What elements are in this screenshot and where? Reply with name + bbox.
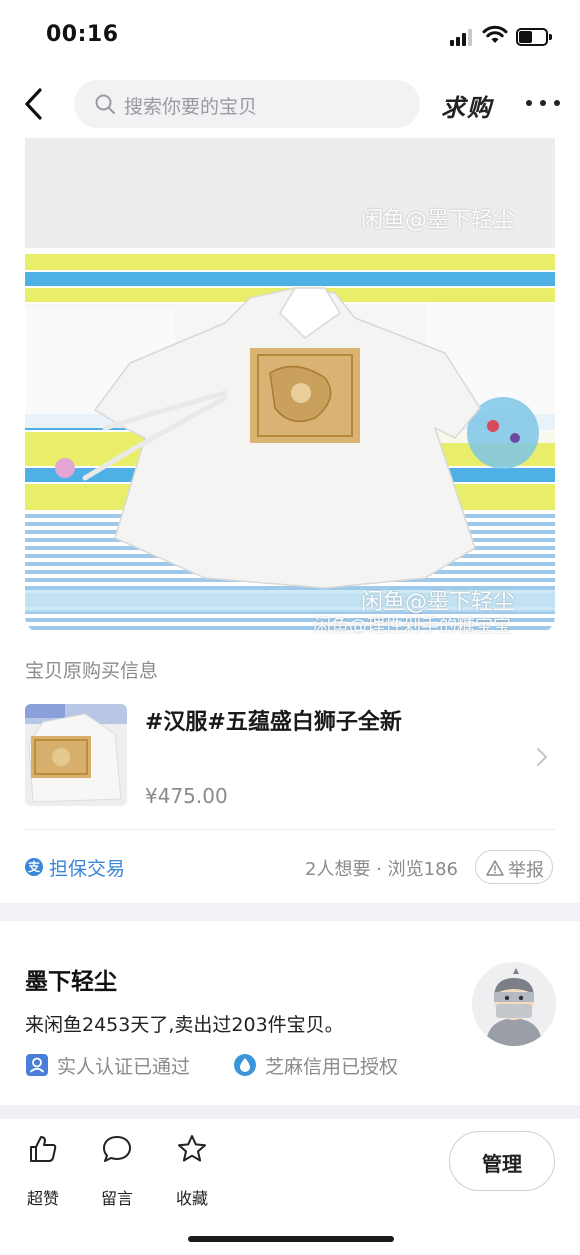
seller-name[interactable]: 墨下轻尘 — [25, 962, 117, 996]
favorite-label: 收藏 — [175, 1189, 208, 1208]
battery-icon — [516, 28, 552, 46]
favorite-button[interactable]: 收藏 — [162, 1133, 222, 1208]
manage-label: 管理 — [482, 1152, 522, 1176]
like-label: 超赞 — [26, 1189, 59, 1208]
person-badge-icon — [26, 1054, 48, 1076]
watermark-bottom-sub: 闲鱼@理性剁手的糖宝宝 — [313, 616, 511, 634]
original-item-price: ¥475.00 — [145, 784, 228, 808]
like-button[interactable]: 超赞 — [13, 1133, 73, 1208]
warning-triangle-icon — [486, 860, 504, 876]
thumbs-up-icon — [30, 1136, 57, 1162]
original-purchase-item[interactable]: #汉服#五蕴盛白狮子全新 ¥475.00 — [25, 704, 555, 810]
comment-label: 留言 — [100, 1189, 133, 1208]
seller-avatar[interactable] — [472, 962, 556, 1046]
more-button[interactable] — [526, 94, 560, 112]
watermark-top: 闲鱼@墨下轻尘 — [361, 208, 516, 233]
product-image[interactable]: 闲鱼@墨下轻尘 闲鱼@墨下轻尘 闲鱼@理性剁手的糖宝宝 — [25, 138, 555, 634]
search-input[interactable]: 搜索你要的宝贝 — [74, 80, 420, 128]
search-icon — [95, 94, 115, 114]
original-item-thumbnail — [25, 704, 127, 806]
chevron-right-icon — [537, 748, 547, 766]
more-dots-icon — [526, 100, 532, 106]
nav-bar: 搜索你要的宝贝 求购 — [0, 72, 580, 136]
section-gap — [0, 1105, 580, 1119]
status-bar: 00:16 — [0, 0, 580, 70]
status-time: 00:16 — [46, 22, 119, 47]
divider — [25, 829, 555, 830]
back-button[interactable] — [18, 84, 54, 124]
report-button[interactable]: 举报 — [475, 850, 553, 884]
comment-button[interactable]: 留言 — [87, 1133, 147, 1208]
alipay-icon: 支 — [25, 858, 43, 876]
chat-bubble-icon — [103, 1136, 131, 1162]
item-stats: 2人想要 · 浏览186 — [305, 859, 458, 880]
product-detail-page: 00:16 搜索你要的宝贝 求购 闲鱼@墨下轻尘 闲鱼@墨下轻尘 闲鱼@理性剁手… — [0, 0, 580, 1255]
realname-cert-label: 实人认证已通过 — [57, 1056, 191, 1078]
avatar-image — [472, 962, 556, 1046]
section-gap — [0, 903, 580, 921]
zhima-cert-label: 芝麻信用已授权 — [265, 1056, 399, 1078]
star-icon — [178, 1135, 206, 1162]
trade-info-row: 支 担保交易 2人想要 · 浏览186 举报 — [25, 850, 555, 886]
original-item-title: #汉服#五蕴盛白狮子全新 — [145, 710, 402, 735]
home-indicator[interactable] — [188, 1236, 394, 1242]
seller-certifications: 实人认证已通过 芝麻信用已授权 — [25, 1050, 545, 1082]
guarantee-trade-link[interactable]: 担保交易 — [49, 854, 125, 881]
manage-button[interactable]: 管理 — [449, 1131, 555, 1191]
wifi-icon — [482, 25, 508, 43]
purchase-info-label: 宝贝原购买信息 — [25, 660, 159, 682]
bottom-action-bar: 超赞 留言 收藏 管理 — [0, 1119, 580, 1255]
water-drop-icon — [234, 1054, 256, 1076]
seller-description: 来闲鱼2453天了,卖出过203件宝贝。 — [25, 1014, 344, 1036]
search-placeholder: 搜索你要的宝贝 — [124, 96, 258, 118]
back-arrow-icon — [25, 88, 42, 120]
qiugou-button[interactable]: 求购 — [441, 88, 493, 123]
cellular-signal-icon — [450, 28, 476, 46]
report-label: 举报 — [508, 860, 544, 881]
